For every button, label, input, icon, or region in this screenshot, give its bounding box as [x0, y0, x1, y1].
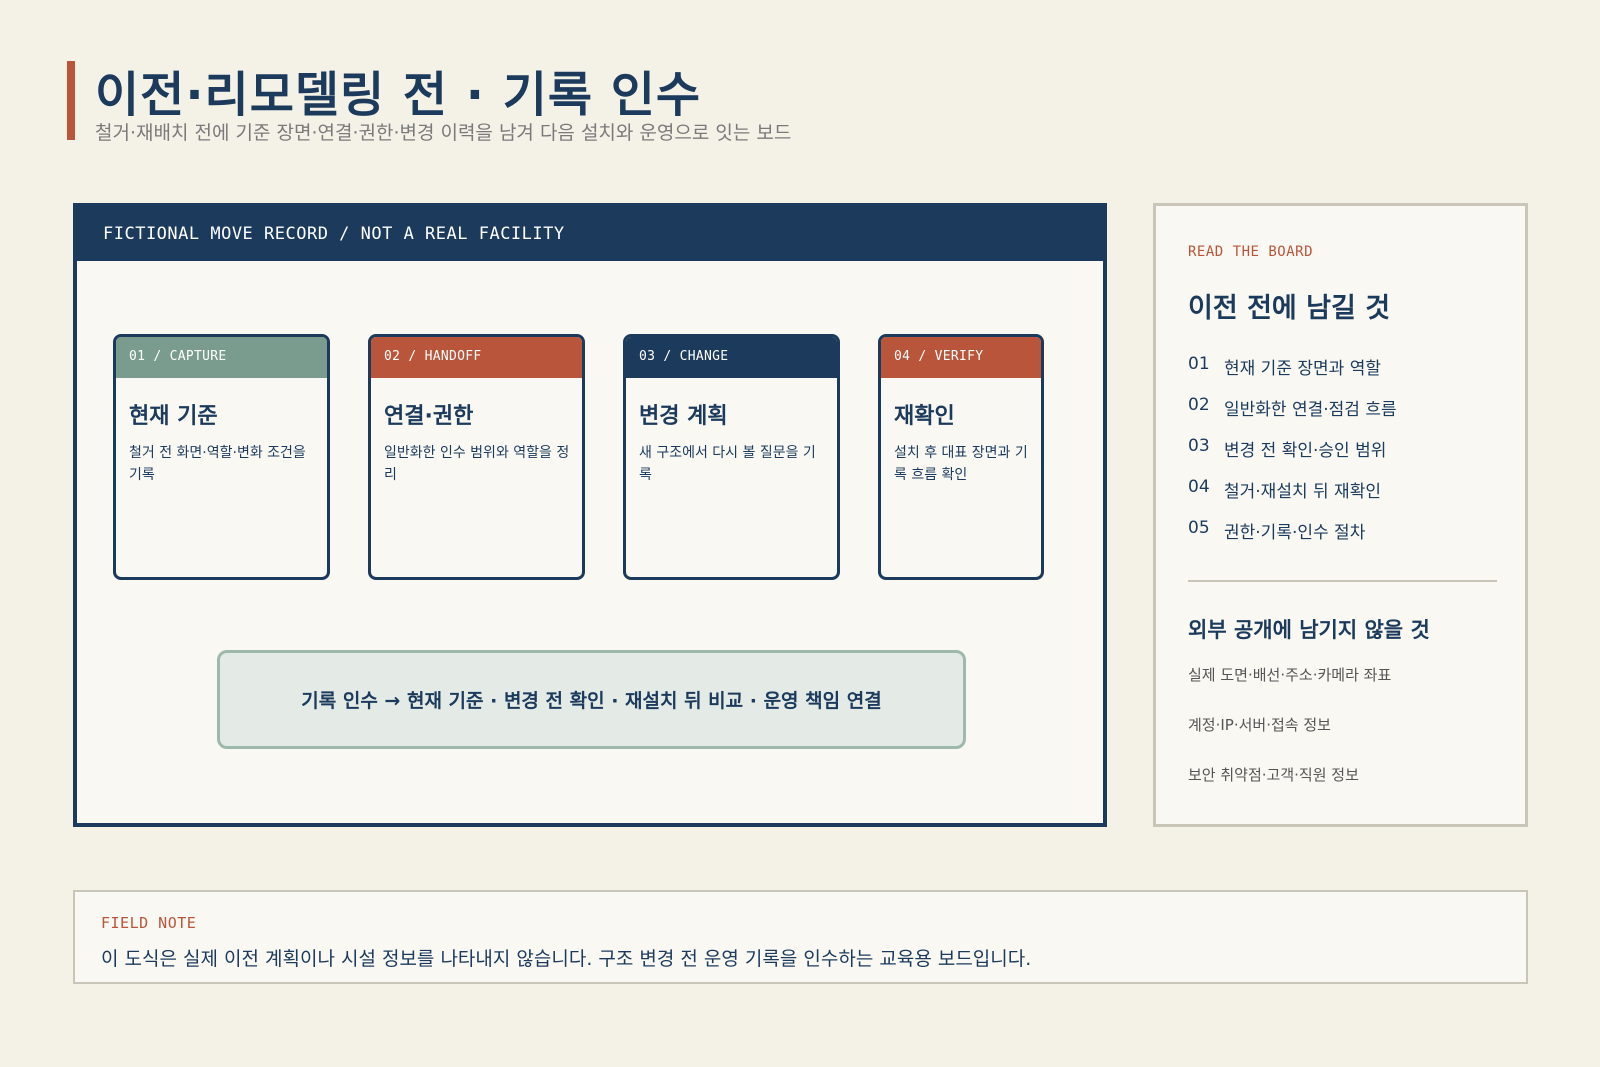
panel-eyebrow: READ THE BOARD: [1188, 244, 1314, 260]
list-item-number: 05: [1188, 518, 1210, 538]
step-card-description: 일반화한 인수 범위와 역할을 정리: [384, 445, 570, 483]
list-item-text: 철거·재설치 뒤 재확인: [1224, 482, 1381, 502]
step-card-tab: 02 / HANDOFF: [371, 337, 582, 378]
step-card-tab: 01 / CAPTURE: [116, 337, 327, 378]
move-record-board: FICTIONAL MOVE RECORD / NOT A REAL FACIL…: [73, 203, 1107, 827]
list-item: 01 현재 기준 장면과 역할: [1188, 354, 1397, 395]
excluded-list: 실제 도면·배선·주소·카메라 좌표 계정·IP·서버·접속 정보 보안 취약점…: [1188, 664, 1391, 814]
step-card-tab: 04 / VERIFY: [881, 337, 1041, 378]
list-item-number: 02: [1188, 395, 1210, 415]
record-flow-summary: 기록 인수 → 현재 기준 · 변경 전 확인 · 재설치 뒤 비교 · 운영 …: [217, 650, 966, 749]
read-the-board-panel: READ THE BOARD 이전 전에 남길 것 01 현재 기준 장면과 역할…: [1153, 203, 1528, 827]
list-item-number: 04: [1188, 477, 1210, 497]
field-note-text: 이 도식은 실제 이전 계획이나 시설 정보를 나타내지 않습니다. 구조 변경…: [101, 948, 1032, 970]
list-item: 03 변경 전 확인·승인 범위: [1188, 436, 1397, 477]
excluded-item: 보안 취약점·고객·직원 정보: [1188, 766, 1359, 784]
page-subtitle: 철거·재배치 전에 기준 장면·연결·권한·변경 이력을 남겨 다음 설치와 운…: [95, 122, 792, 144]
field-note-label: FIELD NOTE: [101, 914, 197, 932]
step-card-capture: 01 / CAPTURE 현재 기준 철거 전 화면·역할·변화 조건을 기록: [113, 334, 330, 580]
list-item-number: 03: [1188, 436, 1210, 456]
step-card-tab: 03 / CHANGE: [626, 337, 837, 378]
list-item-text: 변경 전 확인·승인 범위: [1224, 441, 1387, 461]
step-card-title: 변경 계획: [639, 404, 728, 429]
list-item: 02 일반화한 연결·점검 흐름: [1188, 395, 1397, 436]
step-card-description: 설치 후 대표 장면과 기록 흐름 확인: [894, 445, 1028, 483]
step-card-description: 철거 전 화면·역할·변화 조건을 기록: [129, 445, 306, 483]
panel-divider: [1188, 580, 1497, 582]
list-item: 04 철거·재설치 뒤 재확인: [1188, 477, 1397, 518]
excluded-item: 계정·IP·서버·접속 정보: [1188, 716, 1331, 734]
panel-title: 이전 전에 남길 것: [1188, 293, 1391, 324]
list-item-number: 01: [1188, 354, 1210, 374]
keep-list: 01 현재 기준 장면과 역할 02 일반화한 연결·점검 흐름 03 변경 전 확인…: [1188, 354, 1397, 559]
list-item-text: 권한·기록·인수 절차: [1224, 523, 1366, 543]
excluded-title: 외부 공개에 남기지 않을 것: [1188, 618, 1430, 642]
page-title: 이전·리모델링 전 · 기록 인수: [95, 67, 702, 123]
step-card-title: 재확인: [894, 404, 955, 429]
step-card-change: 03 / CHANGE 변경 계획 새 구조에서 다시 볼 질문을 기록: [623, 334, 840, 580]
step-card-verify: 04 / VERIFY 재확인 설치 후 대표 장면과 기록 흐름 확인: [878, 334, 1044, 580]
board-header: FICTIONAL MOVE RECORD / NOT A REAL FACIL…: [77, 207, 1103, 261]
list-item: 05 권한·기록·인수 절차: [1188, 518, 1397, 559]
step-card-description: 새 구조에서 다시 볼 질문을 기록: [639, 445, 816, 483]
title-accent-bar: [67, 61, 75, 140]
step-card-title: 연결·권한: [384, 404, 474, 429]
step-card-title: 현재 기준: [129, 404, 218, 429]
list-item-text: 일반화한 연결·점검 흐름: [1224, 400, 1397, 420]
step-card-handoff: 02 / HANDOFF 연결·권한 일반화한 인수 범위와 역할을 정리: [368, 334, 585, 580]
excluded-item: 실제 도면·배선·주소·카메라 좌표: [1188, 666, 1392, 684]
list-item-text: 현재 기준 장면과 역할: [1224, 359, 1381, 379]
field-note: FIELD NOTE 이 도식은 실제 이전 계획이나 시설 정보를 나타내지 …: [73, 890, 1528, 984]
